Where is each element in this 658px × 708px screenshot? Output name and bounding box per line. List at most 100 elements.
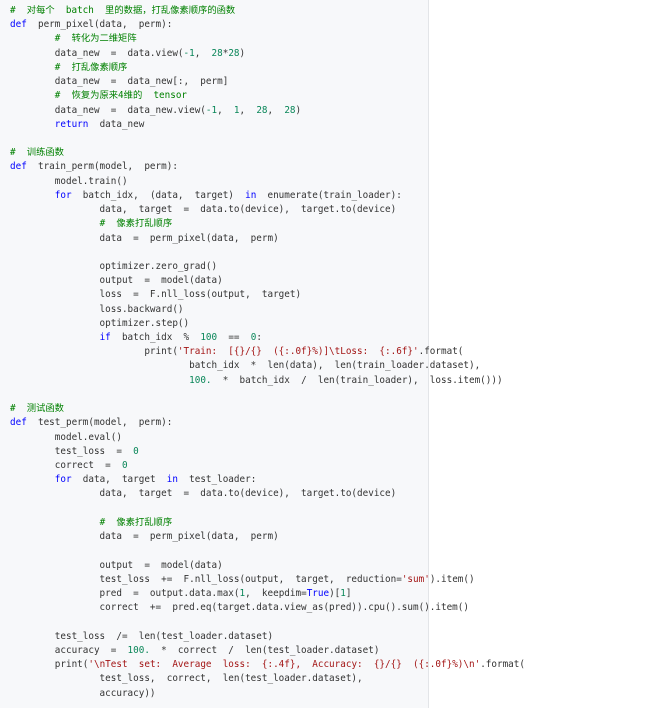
code-line: print('Train: [{}/{} ({:.0f}%)]\tLoss: {… <box>10 345 525 359</box>
code-line: data = perm_pixel(data, perm) <box>10 530 525 544</box>
code-token: data_new = data_new.view( <box>10 104 206 116</box>
code-line: optimizer.step() <box>10 317 525 331</box>
code-token: 28 <box>211 47 223 59</box>
code-token: ).item() <box>429 573 475 585</box>
code-line: # 对每个 batch 里的数据，打乱像素顺序的函数 <box>10 4 525 18</box>
code-line: loss.backward() <box>10 303 525 317</box>
code-token: model.train() <box>10 175 128 187</box>
code-token: # 像素打乱顺序 <box>99 516 173 528</box>
code-line: 100. * batch_idx / len(train_loader), lo… <box>10 374 525 388</box>
code-token: data = perm_pixel(data, perm) <box>10 531 279 543</box>
code-token: # 像素打乱顺序 <box>99 218 173 230</box>
code-token: data_new = data.view( <box>10 47 184 59</box>
code-token: test_loader: <box>177 474 257 486</box>
code-token: -1 <box>205 104 218 116</box>
code-token: def <box>10 19 27 31</box>
code-token: test_loss = <box>10 445 134 457</box>
code-block: # 对每个 batch 里的数据，打乱像素顺序的函数 def perm_pixel… <box>0 0 525 708</box>
code-token: model.eval() <box>10 431 122 443</box>
code-token: , keepdim= <box>245 587 307 599</box>
code-line: # 像素打乱顺序 <box>10 516 525 530</box>
code-token: accuracy = <box>10 644 128 656</box>
code-token: data, target <box>71 474 167 486</box>
code-line: accuracy = 100. * correct / len(test_loa… <box>10 644 525 658</box>
code-line: for batch_idx, (data, target) in enumera… <box>10 189 525 203</box>
code-token: test_perm(model, perm): <box>26 417 173 429</box>
code-token: == <box>217 332 251 344</box>
code-token: test_loss, correct, len(test_loader.data… <box>10 673 363 685</box>
code-line: # 像素打乱顺序 <box>10 217 525 231</box>
code-token: output = model(data) <box>10 275 223 287</box>
code-token: # 对每个 batch 里的数据，打乱像素顺序的函数 <box>10 5 236 16</box>
code-token: batch_idx * len(data), len(train_loader.… <box>10 360 481 372</box>
page: # 对每个 batch 里的数据，打乱像素顺序的函数 def perm_pixel… <box>0 0 658 708</box>
code-token: def <box>10 417 27 429</box>
code-token: # 测试函数 <box>10 403 64 415</box>
code-token: data, target = data.to(device), target.t… <box>10 488 397 500</box>
code-line: model.eval() <box>10 431 525 445</box>
code-line: def perm_pixel(data, perm): <box>10 18 525 32</box>
code-token: , <box>239 104 257 116</box>
code-token: , <box>194 47 212 59</box>
code-token: * batch_idx / len(train_loader), loss.it… <box>211 374 503 386</box>
code-token: batch_idx, (data, target) <box>71 189 246 201</box>
code-line: test_loss, correct, len(test_loader.data… <box>10 672 525 686</box>
code-token: optimizer.step() <box>10 317 190 329</box>
code-token: output = model(data) <box>10 559 223 571</box>
code-token: correct += pred.eq(target.data.view_as(p… <box>10 602 469 614</box>
code-token: data, target = data.to(device), target.t… <box>10 204 397 216</box>
code-token: loss.backward() <box>10 303 184 315</box>
code-token: data_new <box>88 118 145 130</box>
code-token: train_perm(model, perm): <box>26 161 178 173</box>
code-token: print( <box>10 346 178 358</box>
code-token: 28 <box>256 104 268 116</box>
code-line: def train_perm(model, perm): <box>10 160 525 174</box>
code-token: # 恢复为原来4维的 tensor <box>54 90 188 102</box>
code-line: if batch_idx % 100 == 0: <box>10 331 525 345</box>
code-token: 28 <box>284 104 296 116</box>
code-token: 'sum' <box>401 573 430 585</box>
code-token: : <box>256 332 262 344</box>
code-line: correct = 0 <box>10 459 525 473</box>
code-token: test_loss /= len(test_loader.dataset) <box>10 630 274 642</box>
code-token: # 转化为二维矩阵 <box>54 33 137 45</box>
code-token: pred = output.data.max( <box>10 587 240 599</box>
code-line: # 测试函数 <box>10 402 525 416</box>
code-token: return <box>54 118 89 130</box>
code-line: # 训练函数 <box>10 146 525 160</box>
code-token: loss = F.nll_loss(output, target) <box>10 289 302 301</box>
code-line: # 打乱像素顺序 <box>10 61 525 75</box>
code-line: data_new = data_new.view(-1, 1, 28, 28) <box>10 104 525 118</box>
code-token: if <box>99 332 111 344</box>
code-line: data_new = data.view(-1, 28*28) <box>10 47 525 61</box>
code-token: for <box>54 474 72 486</box>
code-token: ] <box>345 587 352 599</box>
code-line: data = perm_pixel(data, perm) <box>10 232 525 246</box>
code-line: model.train() <box>10 175 525 189</box>
code-token: 100 <box>200 332 218 344</box>
code-line: batch_idx * len(data), len(train_loader.… <box>10 359 525 373</box>
code-line: loss = F.nll_loss(output, target) <box>10 288 525 302</box>
code-token: enumerate(train_loader): <box>256 189 402 201</box>
code-listing: # 对每个 batch 里的数据，打乱像素顺序的函数 def perm_pixel… <box>10 4 525 701</box>
code-token: 'Train: [{}/{} ({:.0f}%)]\tLoss: {:.6f}' <box>177 346 419 358</box>
code-token: ) <box>239 47 246 59</box>
code-token: def <box>10 161 27 173</box>
code-token: 0 <box>121 460 128 471</box>
code-token: , <box>217 104 234 116</box>
code-line: pred = output.data.max(1, keepdim=True)[… <box>10 587 525 601</box>
code-token: True <box>306 587 330 599</box>
code-token: accuracy)) <box>10 687 156 699</box>
